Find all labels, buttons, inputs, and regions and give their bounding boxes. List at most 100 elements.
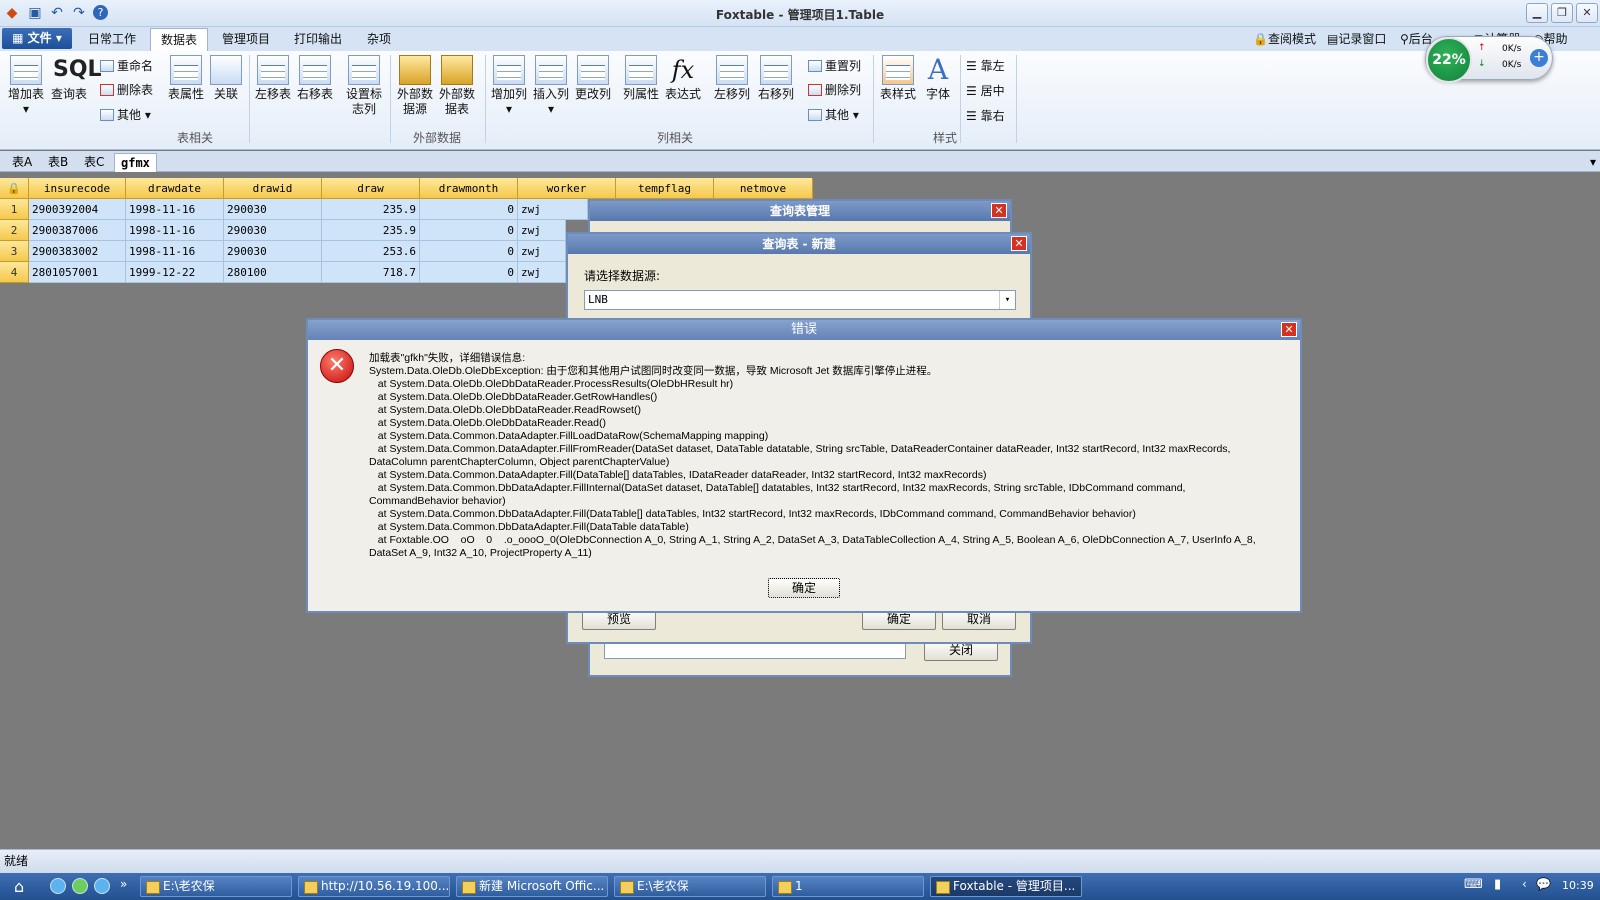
rename-table-button[interactable]: 重命名 [100,55,153,77]
new-query-close-icon[interactable]: ✕ [1011,236,1027,251]
move-table-right-button[interactable]: 右移表 [294,51,336,102]
tabs-dropdown-icon[interactable]: ▾ [1584,153,1600,172]
tab-gfmx[interactable]: gfmx [114,153,157,172]
table-cell[interactable]: zwj [518,262,566,283]
column-header[interactable]: worker [518,178,616,199]
column-header[interactable]: netmove [714,178,813,199]
table-cell[interactable]: 718.7 [322,262,420,283]
more-chevron-icon[interactable]: » [120,877,127,891]
file-menu-button[interactable]: ▦ 文件 ▾ [2,28,72,49]
table-cell[interactable]: 1998-11-16 [126,241,224,262]
query-table-button[interactable]: SQL 查询表 [48,51,102,102]
table-properties-button[interactable]: 表属性 [164,51,208,102]
table-cell[interactable]: 0 [420,199,518,220]
set-flag-column-button[interactable]: 设置标志列 [344,51,384,117]
error-close-icon[interactable]: ✕ [1281,322,1297,337]
expression-button[interactable]: fx 表达式 [662,51,704,102]
tab-table-b[interactable]: 表B [42,153,74,172]
align-right-button[interactable]: ☰ 靠右 [966,105,1005,127]
table-cell[interactable]: 290030 [224,220,322,241]
tab-table-c[interactable]: 表C [78,153,110,172]
tab-print-output[interactable]: 打印输出 [284,28,352,51]
tab-table-a[interactable]: 表A [6,153,38,172]
change-column-button[interactable]: 更改列 [572,51,614,102]
tab-daily-work[interactable]: 日常工作 [78,28,146,51]
font-button[interactable]: A 字体 [920,51,956,102]
plus-icon[interactable]: + [1530,49,1548,67]
table-cell[interactable]: 290030 [224,241,322,262]
restore-button[interactable]: ❐ [1551,3,1573,23]
table-cell[interactable]: 235.9 [322,220,420,241]
table-cell[interactable]: 2900383002 [29,241,126,262]
move-column-left-button[interactable]: 左移列 [710,51,754,102]
taskbar-item-excel[interactable]: 1 [772,876,924,897]
taskbar-item-folder-2[interactable]: E:\老农保 [614,876,766,897]
tray-expand-icon[interactable]: ‹ [1522,877,1527,891]
relation-button[interactable]: 关联 [208,51,244,102]
align-left-button[interactable]: ☰ 靠左 [966,55,1005,77]
column-header[interactable]: tempflag [616,178,714,199]
column-header[interactable]: drawmonth [420,178,518,199]
row-number[interactable]: 2 [0,220,29,241]
table-cell[interactable]: 290030 [224,199,322,220]
grid-corner-lock-icon[interactable]: 🔒 [0,178,29,199]
column-header[interactable]: drawdate [126,178,224,199]
error-ok-button[interactable]: 确定 [768,578,840,598]
table-style-button[interactable]: 表样式 [876,51,920,102]
table-cell[interactable]: 2900387006 [29,220,126,241]
view-mode-button[interactable]: 🔒查阅模式 [1253,30,1316,47]
network-speed-widget[interactable]: 22% ↑ 0K/s ↓ 0K/s + [1425,36,1553,83]
delete-column-button[interactable]: 删除列 [808,79,861,101]
taskbar-item-office[interactable]: 新建 Microsoft Offic... [456,876,608,897]
row-number[interactable]: 3 [0,241,29,262]
move-column-right-button[interactable]: 右移列 [754,51,798,102]
table-cell[interactable]: 1998-11-16 [126,199,224,220]
table-other-button[interactable]: 其他 ▾ [100,104,151,126]
keyboard-icon[interactable]: ⌨ [1464,877,1483,892]
minimize-button[interactable]: ▁ [1526,3,1548,23]
row-number[interactable]: 1 [0,199,29,220]
table-cell[interactable]: zwj [518,241,566,262]
table-cell[interactable]: 0 [420,241,518,262]
table-cell[interactable]: zwj [518,220,566,241]
table-cell[interactable]: zwj [518,199,588,220]
external-datasource-button[interactable]: 外部数据源 [395,51,435,117]
browser-green-icon[interactable] [72,878,88,894]
table-cell[interactable]: 1998-11-16 [126,220,224,241]
column-properties-button[interactable]: 列属性 [620,51,662,102]
table-cell[interactable]: 2900392004 [29,199,126,220]
row-number[interactable]: 4 [0,262,29,283]
tab-misc[interactable]: 杂项 [357,28,401,51]
battery-icon[interactable]: ▮ [1494,877,1501,892]
record-window-button[interactable]: ▤记录窗口 [1327,30,1386,47]
table-cell[interactable]: 1999-12-22 [126,262,224,283]
table-cell[interactable]: 0 [420,220,518,241]
add-table-button[interactable]: 增加表 ▾ [4,51,48,117]
delete-table-button[interactable]: 删除表 [100,79,153,101]
insert-column-button[interactable]: 插入列 ▾ [530,51,572,117]
column-other-button[interactable]: 其他 ▾ [808,104,859,126]
table-cell[interactable]: 280100 [224,262,322,283]
taskbar-item-foxtable[interactable]: Foxtable - 管理项目... [930,876,1082,897]
chevron-down-icon[interactable]: ▾ [999,291,1015,309]
datasource-select[interactable]: LNB ▾ [584,290,1016,310]
taskbar-item-browser[interactable]: http://10.56.19.100... [298,876,450,897]
chat-icon[interactable]: 💬 [1536,877,1551,891]
add-column-button[interactable]: 增加列 ▾ [488,51,530,117]
align-center-button[interactable]: ☰ 居中 [966,80,1005,102]
column-header[interactable]: draw [322,178,420,199]
background-button[interactable]: ⚲后台 [1400,30,1433,47]
query-manager-close-icon[interactable]: ✕ [991,203,1007,218]
ie-browser-icon[interactable] [50,878,66,894]
tab-manage-project[interactable]: 管理项目 [212,28,280,51]
table-cell[interactable]: 0 [420,262,518,283]
taskbar-item-folder[interactable]: E:\老农保 [140,876,292,897]
show-desktop-icon[interactable]: ⌂ [14,877,24,896]
tab-data-table[interactable]: 数据表 [150,28,209,51]
column-header[interactable]: insurecode [29,178,126,199]
table-cell[interactable]: 253.6 [322,241,420,262]
table-cell[interactable]: 2801057001 [29,262,126,283]
move-table-left-button[interactable]: 左移表 [252,51,294,102]
ie-icon[interactable] [94,878,110,894]
reset-column-button[interactable]: 重置列 [808,55,861,77]
